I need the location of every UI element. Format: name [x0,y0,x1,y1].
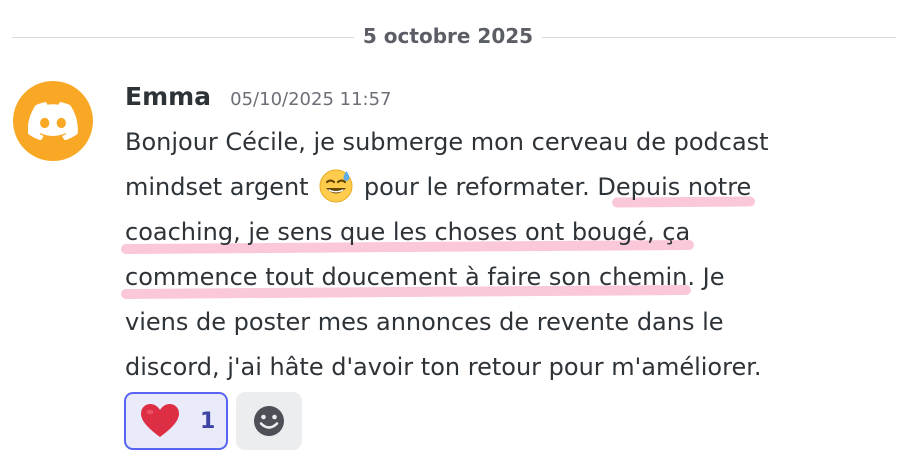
divider-date: 5 octobre 2025 [362,24,534,48]
message-text: mindset argent [125,173,317,201]
author-name[interactable]: Emma [125,82,211,111]
grinning-sweat-emoji [319,169,353,203]
add-reaction-button[interactable] [236,392,302,450]
red-heart-icon [141,404,179,437]
message-header: Emma 05/10/2025 11:57 [125,82,392,111]
message-text: . Je [687,263,725,291]
divider-line-left [12,37,354,38]
highlighted-text: commence tout doucement à faire son chem… [125,263,688,291]
message-content: Bonjour Cécile, je submerge mon cerveau … [125,120,885,390]
divider-line-right [542,37,896,38]
message-line: mindset argent pour le reformater. Depui… [125,165,885,210]
reaction-count: 1 [200,408,216,434]
highlighted-text: coaching, je sens que les choses ont bou… [125,218,691,246]
message-line: commence tout doucement à faire son chem… [125,255,885,300]
message-text: pour le reformater. D [356,173,616,201]
discord-logo-icon [28,102,78,140]
reaction-heart-button[interactable]: 1 [124,392,228,450]
date-divider: 5 octobre 2025 [12,22,896,54]
message-text: discord, j'ai hâte d'avoir ton retour po… [125,353,762,381]
avatar[interactable] [13,81,93,161]
message-text: viens de poster mes annonces de revente … [125,308,724,336]
message-line: discord, j'ai hâte d'avoir ton retour po… [125,345,885,390]
message-text: Bonjour Cécile, je submerge mon cerveau … [125,128,769,156]
highlighted-text: epuis notre [615,173,752,201]
message-line: Bonjour Cécile, je submerge mon cerveau … [125,120,885,165]
message-line: coaching, je sens que les choses ont bou… [125,210,885,255]
message-line: viens de poster mes annonces de revente … [125,300,885,345]
message-timestamp[interactable]: 05/10/2025 11:57 [230,89,391,110]
smiley-add-reaction-icon [254,406,284,436]
reactions-bar: 1 [124,392,302,450]
